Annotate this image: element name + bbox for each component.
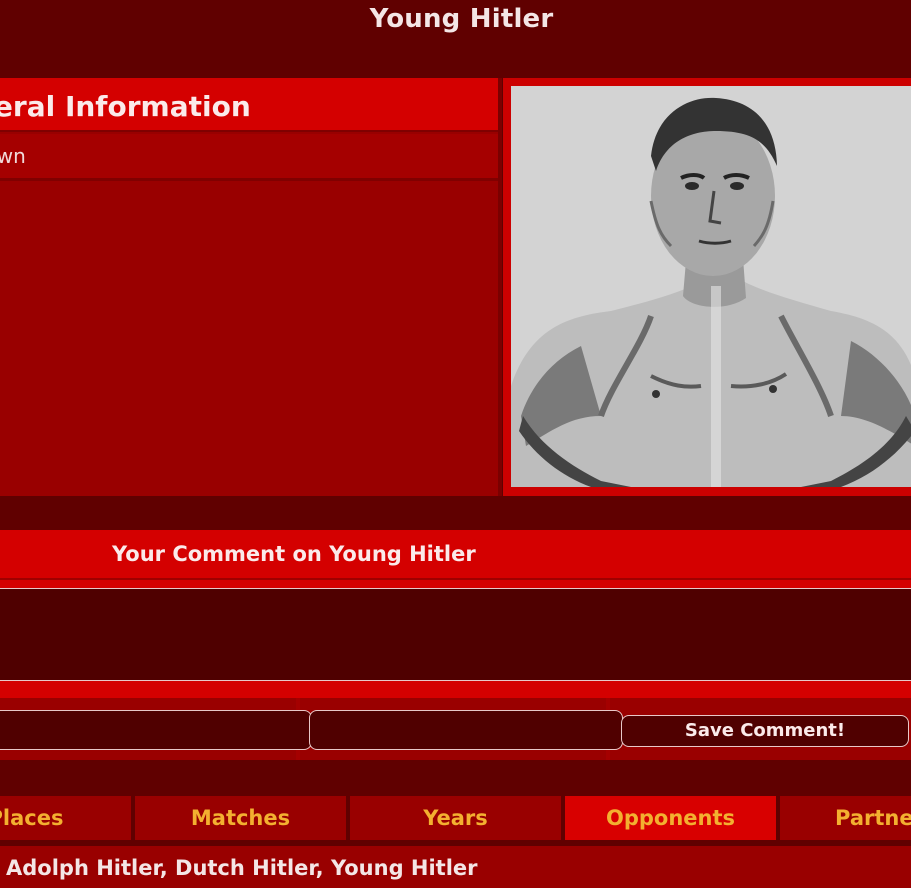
tab-bar: Places Matches Years Opponents Partners — [0, 794, 911, 842]
photo-frame — [503, 78, 911, 496]
general-information-panel: General Information Unknown — [0, 78, 500, 496]
tab-years[interactable]: Years — [350, 796, 561, 840]
tab-partners[interactable]: Partners — [780, 796, 911, 840]
save-comment-button[interactable]: Save Comment! — [621, 715, 909, 747]
spacer — [0, 496, 911, 530]
comment-form-row: Save Comment! — [0, 698, 911, 760]
comment-box-wrapper — [0, 580, 911, 698]
page-title: Young Hitler — [369, 4, 554, 34]
info-value: Unknown — [0, 144, 26, 168]
panel-divider — [498, 78, 502, 496]
tab-places[interactable]: Places — [0, 796, 131, 840]
comment-title: Your Comment on Young Hitler — [112, 542, 476, 566]
title-bar: Young Hitler — [0, 0, 911, 78]
email-input[interactable] — [309, 710, 623, 750]
info-header: General Information — [0, 78, 498, 132]
tab-matches[interactable]: Matches — [135, 796, 346, 840]
info-row: Unknown — [0, 134, 498, 181]
portrait-image — [511, 86, 911, 487]
spacer — [0, 760, 911, 794]
page: Young Hitler General Information Unknown — [0, 0, 911, 888]
tab-opponents[interactable]: Opponents — [565, 796, 776, 840]
aka-bar: Adolph Hitler, Dutch Hitler, Young Hitle… — [0, 846, 911, 888]
info-body — [0, 181, 498, 496]
wrestler-photo — [511, 86, 911, 487]
name-input[interactable] — [0, 710, 312, 750]
comment-textarea[interactable] — [0, 588, 911, 681]
info-title: General Information — [0, 90, 251, 123]
comment-header: Your Comment on Young Hitler — [0, 530, 911, 580]
aka-names: Adolph Hitler, Dutch Hitler, Young Hitle… — [6, 856, 478, 880]
